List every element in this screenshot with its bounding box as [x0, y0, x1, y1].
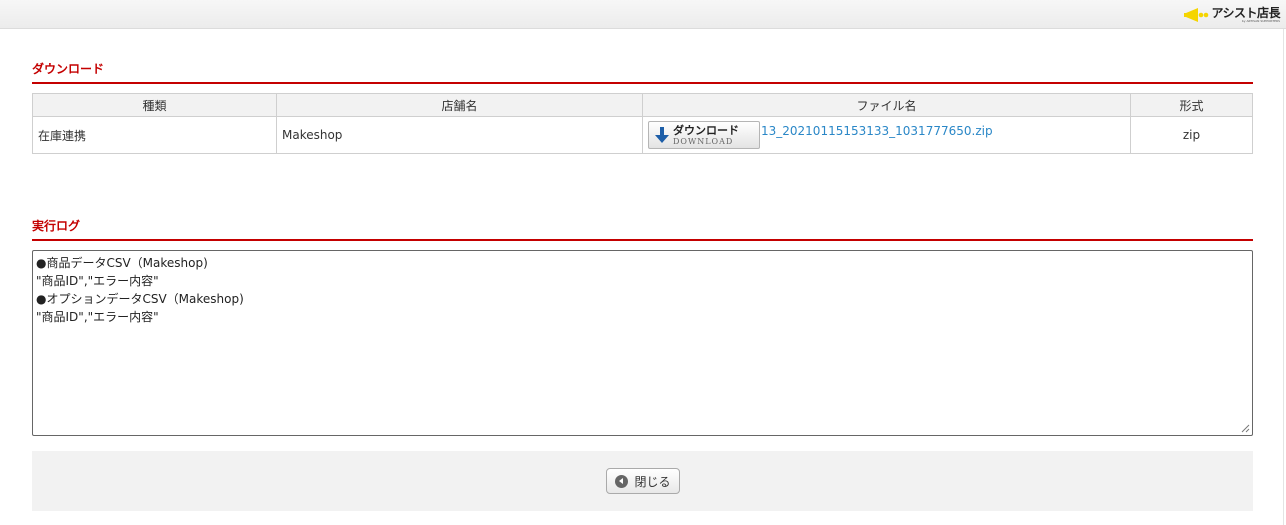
cell-type: 在庫連携: [32, 116, 277, 154]
file-name-link[interactable]: 13_20210115153133_1031777650.zip: [761, 124, 993, 138]
download-table: 種類 店舗名 ファイル名 形式 在庫連携 Makeshop ダウンロード DOW…: [32, 93, 1253, 154]
download-button[interactable]: ダウンロード DOWNLOAD: [648, 121, 760, 149]
back-arrow-icon: [615, 474, 629, 488]
execution-log-textarea[interactable]: ●商品データCSV（Makeshop) "商品ID","エラー内容" ●オプショ…: [32, 250, 1253, 436]
top-bar: アシスト店長 by ARTISAN SUPPORTERS: [0, 0, 1286, 29]
download-button-sublabel: DOWNLOAD: [673, 136, 734, 146]
close-button[interactable]: 閉じる: [606, 468, 680, 494]
cell-format: zip: [1130, 116, 1253, 154]
download-section-title: ダウンロード: [32, 60, 1253, 84]
table-header-row: 種類 店舗名 ファイル名 形式: [32, 93, 1253, 117]
column-header-format: 形式: [1130, 93, 1253, 117]
logo-subtext: by ARTISAN SUPPORTERS: [1241, 18, 1280, 23]
log-line: "商品ID","エラー内容": [36, 274, 159, 288]
megaphone-icon: [1184, 7, 1209, 22]
download-button-label: ダウンロード: [673, 123, 739, 137]
logo-text: アシスト店長: [1211, 5, 1280, 20]
page-edge-divider: [1283, 29, 1284, 525]
column-header-shop: 店舗名: [276, 93, 643, 117]
column-header-file-name: ファイル名: [642, 93, 1131, 117]
column-header-type: 種類: [32, 93, 277, 117]
cell-file: ダウンロード DOWNLOAD 13_20210115153133_103177…: [642, 116, 1131, 154]
app-logo[interactable]: アシスト店長 by ARTISAN SUPPORTERS: [1184, 3, 1280, 26]
log-line: ●オプションデータCSV（Makeshop): [36, 292, 244, 306]
resize-handle-icon[interactable]: [1241, 424, 1250, 433]
table-row: 在庫連携 Makeshop ダウンロード DOWNLOAD 13_2021011…: [32, 116, 1253, 154]
download-arrow-icon: [655, 127, 669, 143]
close-button-label: 閉じる: [634, 474, 671, 489]
footer-bar: 閉じる: [32, 451, 1253, 511]
log-line: "商品ID","エラー内容": [36, 310, 159, 324]
cell-shop: Makeshop: [276, 116, 643, 154]
log-section-title: 実行ログ: [32, 217, 1253, 241]
log-line: ●商品データCSV（Makeshop): [36, 256, 208, 270]
